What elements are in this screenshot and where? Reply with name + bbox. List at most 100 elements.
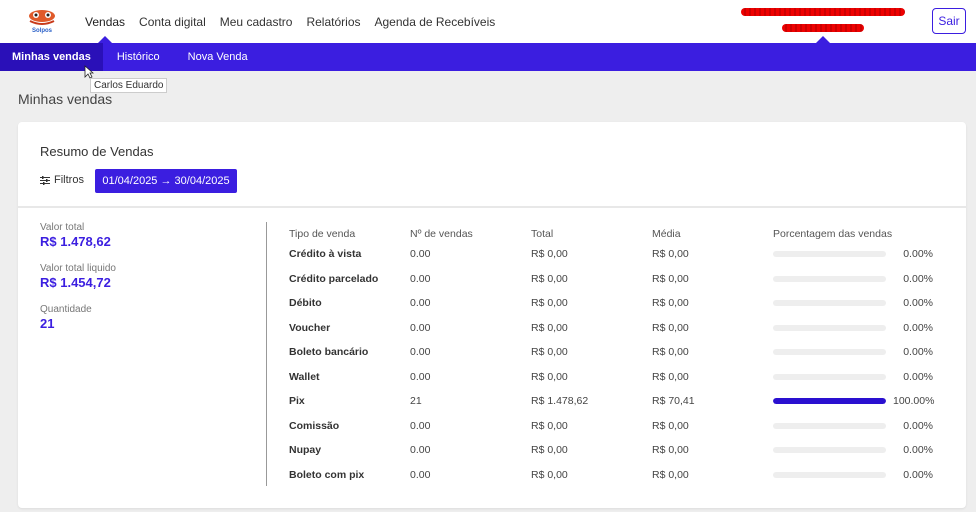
cell-total: R$ 0,00 bbox=[531, 346, 568, 359]
filters-button[interactable]: Filtros bbox=[40, 174, 84, 186]
cell-porcentagem: 0.00% bbox=[773, 316, 933, 341]
total-label: Valor total bbox=[40, 222, 85, 233]
percentage-label: 0.00% bbox=[903, 321, 933, 334]
percentage-label: 0.00% bbox=[903, 272, 933, 285]
progress-track bbox=[773, 349, 886, 356]
cell-total: R$ 0,00 bbox=[531, 248, 568, 261]
logout-button[interactable]: Sair bbox=[932, 8, 966, 34]
cell-total: R$ 0,00 bbox=[531, 444, 568, 457]
top-nav: Vendas Conta digital Meu cadastro Relató… bbox=[85, 0, 509, 43]
cell-total: R$ 1.478,62 bbox=[531, 395, 589, 408]
page-title: Minhas vendas bbox=[18, 91, 113, 107]
cell-media: R$ 0,00 bbox=[652, 321, 689, 334]
percentage-bar: 0.00% bbox=[773, 322, 933, 334]
cell-porcentagem: 0.00% bbox=[773, 414, 933, 439]
tab-nova-venda[interactable]: Nova Venda bbox=[174, 43, 262, 71]
cell-total: R$ 0,00 bbox=[531, 272, 568, 285]
top-nav-meu-cadastro[interactable]: Meu cadastro bbox=[220, 0, 293, 43]
progress-track bbox=[773, 398, 886, 405]
summary-panel: Valor total R$ 1.478,62 Valor total liqu… bbox=[40, 222, 116, 345]
cell-tipo: Nupay bbox=[289, 444, 322, 457]
table-row: Comissão 0.00 R$ 0,00 R$ 0,00 0.00% bbox=[289, 414, 933, 439]
cell-total: R$ 0,00 bbox=[531, 297, 568, 310]
cell-media: R$ 0,00 bbox=[652, 248, 689, 261]
cell-porcentagem: 0.00% bbox=[773, 267, 933, 292]
redacted-account-info[interactable] bbox=[728, 8, 918, 43]
progress-track bbox=[773, 275, 886, 282]
cell-num-vendas: 0.00 bbox=[410, 468, 431, 481]
sales-table: Tipo de venda Nº de vendas Total Média P… bbox=[289, 226, 935, 488]
cell-media: R$ 0,00 bbox=[652, 297, 689, 310]
table-row: Boleto bancário 0.00 R$ 0,00 R$ 0,00 0.00% bbox=[289, 340, 933, 365]
filters-label: Filtros bbox=[54, 174, 84, 186]
progress-track bbox=[773, 251, 886, 258]
vertical-divider bbox=[266, 222, 267, 486]
solpos-logo[interactable]: Solpos bbox=[22, 8, 62, 34]
tab-historico[interactable]: Histórico bbox=[103, 43, 174, 71]
quantity-value: 21 bbox=[40, 316, 55, 331]
top-nav-conta-digital[interactable]: Conta digital bbox=[139, 0, 206, 43]
header-num-vendas: Nº de vendas bbox=[410, 228, 473, 240]
cell-media: R$ 70,41 bbox=[652, 395, 695, 408]
cell-tipo: Crédito parcelado bbox=[289, 272, 379, 285]
divider bbox=[18, 206, 966, 208]
cell-tipo: Pix bbox=[289, 395, 305, 408]
cell-num-vendas: 0.00 bbox=[410, 272, 431, 285]
tab-label: Nova Venda bbox=[187, 51, 248, 63]
table-row: Nupay 0.00 R$ 0,00 R$ 0,00 0.00% bbox=[289, 438, 933, 463]
active-indicator bbox=[816, 36, 830, 43]
tab-label: Minhas vendas bbox=[12, 51, 91, 63]
percentage-label: 100.00% bbox=[893, 395, 935, 408]
percentage-bar: 0.00% bbox=[773, 346, 933, 358]
cell-porcentagem: 0.00% bbox=[773, 242, 933, 267]
percentage-bar: 0.00% bbox=[773, 371, 933, 383]
progress-track bbox=[773, 373, 886, 380]
filter-sliders-icon bbox=[40, 175, 50, 185]
header-porcentagem: Porcentagem das vendas bbox=[773, 228, 893, 240]
top-nav-relatorios[interactable]: Relatórios bbox=[306, 0, 360, 43]
cell-tipo: Wallet bbox=[289, 370, 320, 383]
cell-tipo: Débito bbox=[289, 297, 322, 310]
percentage-bar: 0.00% bbox=[773, 273, 933, 285]
cell-tipo: Boleto bancário bbox=[289, 346, 369, 359]
date-range-picker[interactable]: 01/04/2025 → 30/04/2025 bbox=[95, 169, 237, 193]
progress-track bbox=[773, 447, 886, 454]
cell-total: R$ 0,00 bbox=[531, 468, 568, 481]
quantity-label: Quantidade bbox=[40, 304, 92, 315]
cell-num-vendas: 0.00 bbox=[410, 444, 431, 457]
cell-num-vendas: 21 bbox=[410, 395, 422, 408]
sales-summary-card: Resumo de Vendas Filtros 01/04/2025 → 30… bbox=[18, 122, 966, 508]
cell-porcentagem: 0.00% bbox=[773, 463, 933, 488]
progress-track bbox=[773, 422, 886, 429]
cell-porcentagem: 0.00% bbox=[773, 365, 933, 390]
top-nav-label: Meu cadastro bbox=[219, 14, 293, 29]
top-nav-agenda-recebiveis[interactable]: Agenda de Recebíveis bbox=[375, 0, 496, 43]
total-value: R$ 1.478,62 bbox=[40, 234, 111, 249]
cell-media: R$ 0,00 bbox=[652, 419, 689, 432]
mouse-cursor-icon bbox=[84, 65, 94, 79]
percentage-label: 0.00% bbox=[903, 419, 933, 432]
top-nav-label: Relatórios bbox=[306, 14, 361, 29]
cell-num-vendas: 0.00 bbox=[410, 419, 431, 432]
top-nav-label: Vendas bbox=[85, 14, 126, 29]
cell-porcentagem: 0.00% bbox=[773, 340, 933, 365]
net-block: Valor total liquido R$ 1.454,72 bbox=[40, 263, 116, 304]
percentage-label: 0.00% bbox=[903, 346, 933, 359]
header-tipo: Tipo de venda bbox=[289, 228, 356, 240]
cell-media: R$ 0,00 bbox=[652, 272, 689, 285]
logo-text: Solpos bbox=[32, 28, 53, 34]
cell-tipo: Boleto com pix bbox=[289, 468, 365, 481]
table-row: Crédito à vista 0.00 R$ 0,00 R$ 0,00 0.00% bbox=[289, 242, 933, 267]
percentage-bar: 100.00% bbox=[773, 395, 935, 408]
top-nav-vendas[interactable]: Vendas bbox=[85, 0, 125, 43]
table-row: Crédito parcelado 0.00 R$ 0,00 R$ 0,00 0.00% bbox=[289, 267, 933, 292]
percentage-label: 0.00% bbox=[903, 370, 933, 383]
cell-porcentagem: 0.00% bbox=[773, 291, 933, 316]
cell-num-vendas: 0.00 bbox=[410, 321, 431, 334]
cell-media: R$ 0,00 bbox=[652, 444, 689, 457]
net-label: Valor total liquido bbox=[40, 263, 116, 274]
cell-num-vendas: 0.00 bbox=[410, 346, 431, 359]
progress-track bbox=[773, 471, 886, 478]
cell-total: R$ 0,00 bbox=[531, 419, 568, 432]
top-nav-label: Conta digital bbox=[139, 14, 206, 29]
